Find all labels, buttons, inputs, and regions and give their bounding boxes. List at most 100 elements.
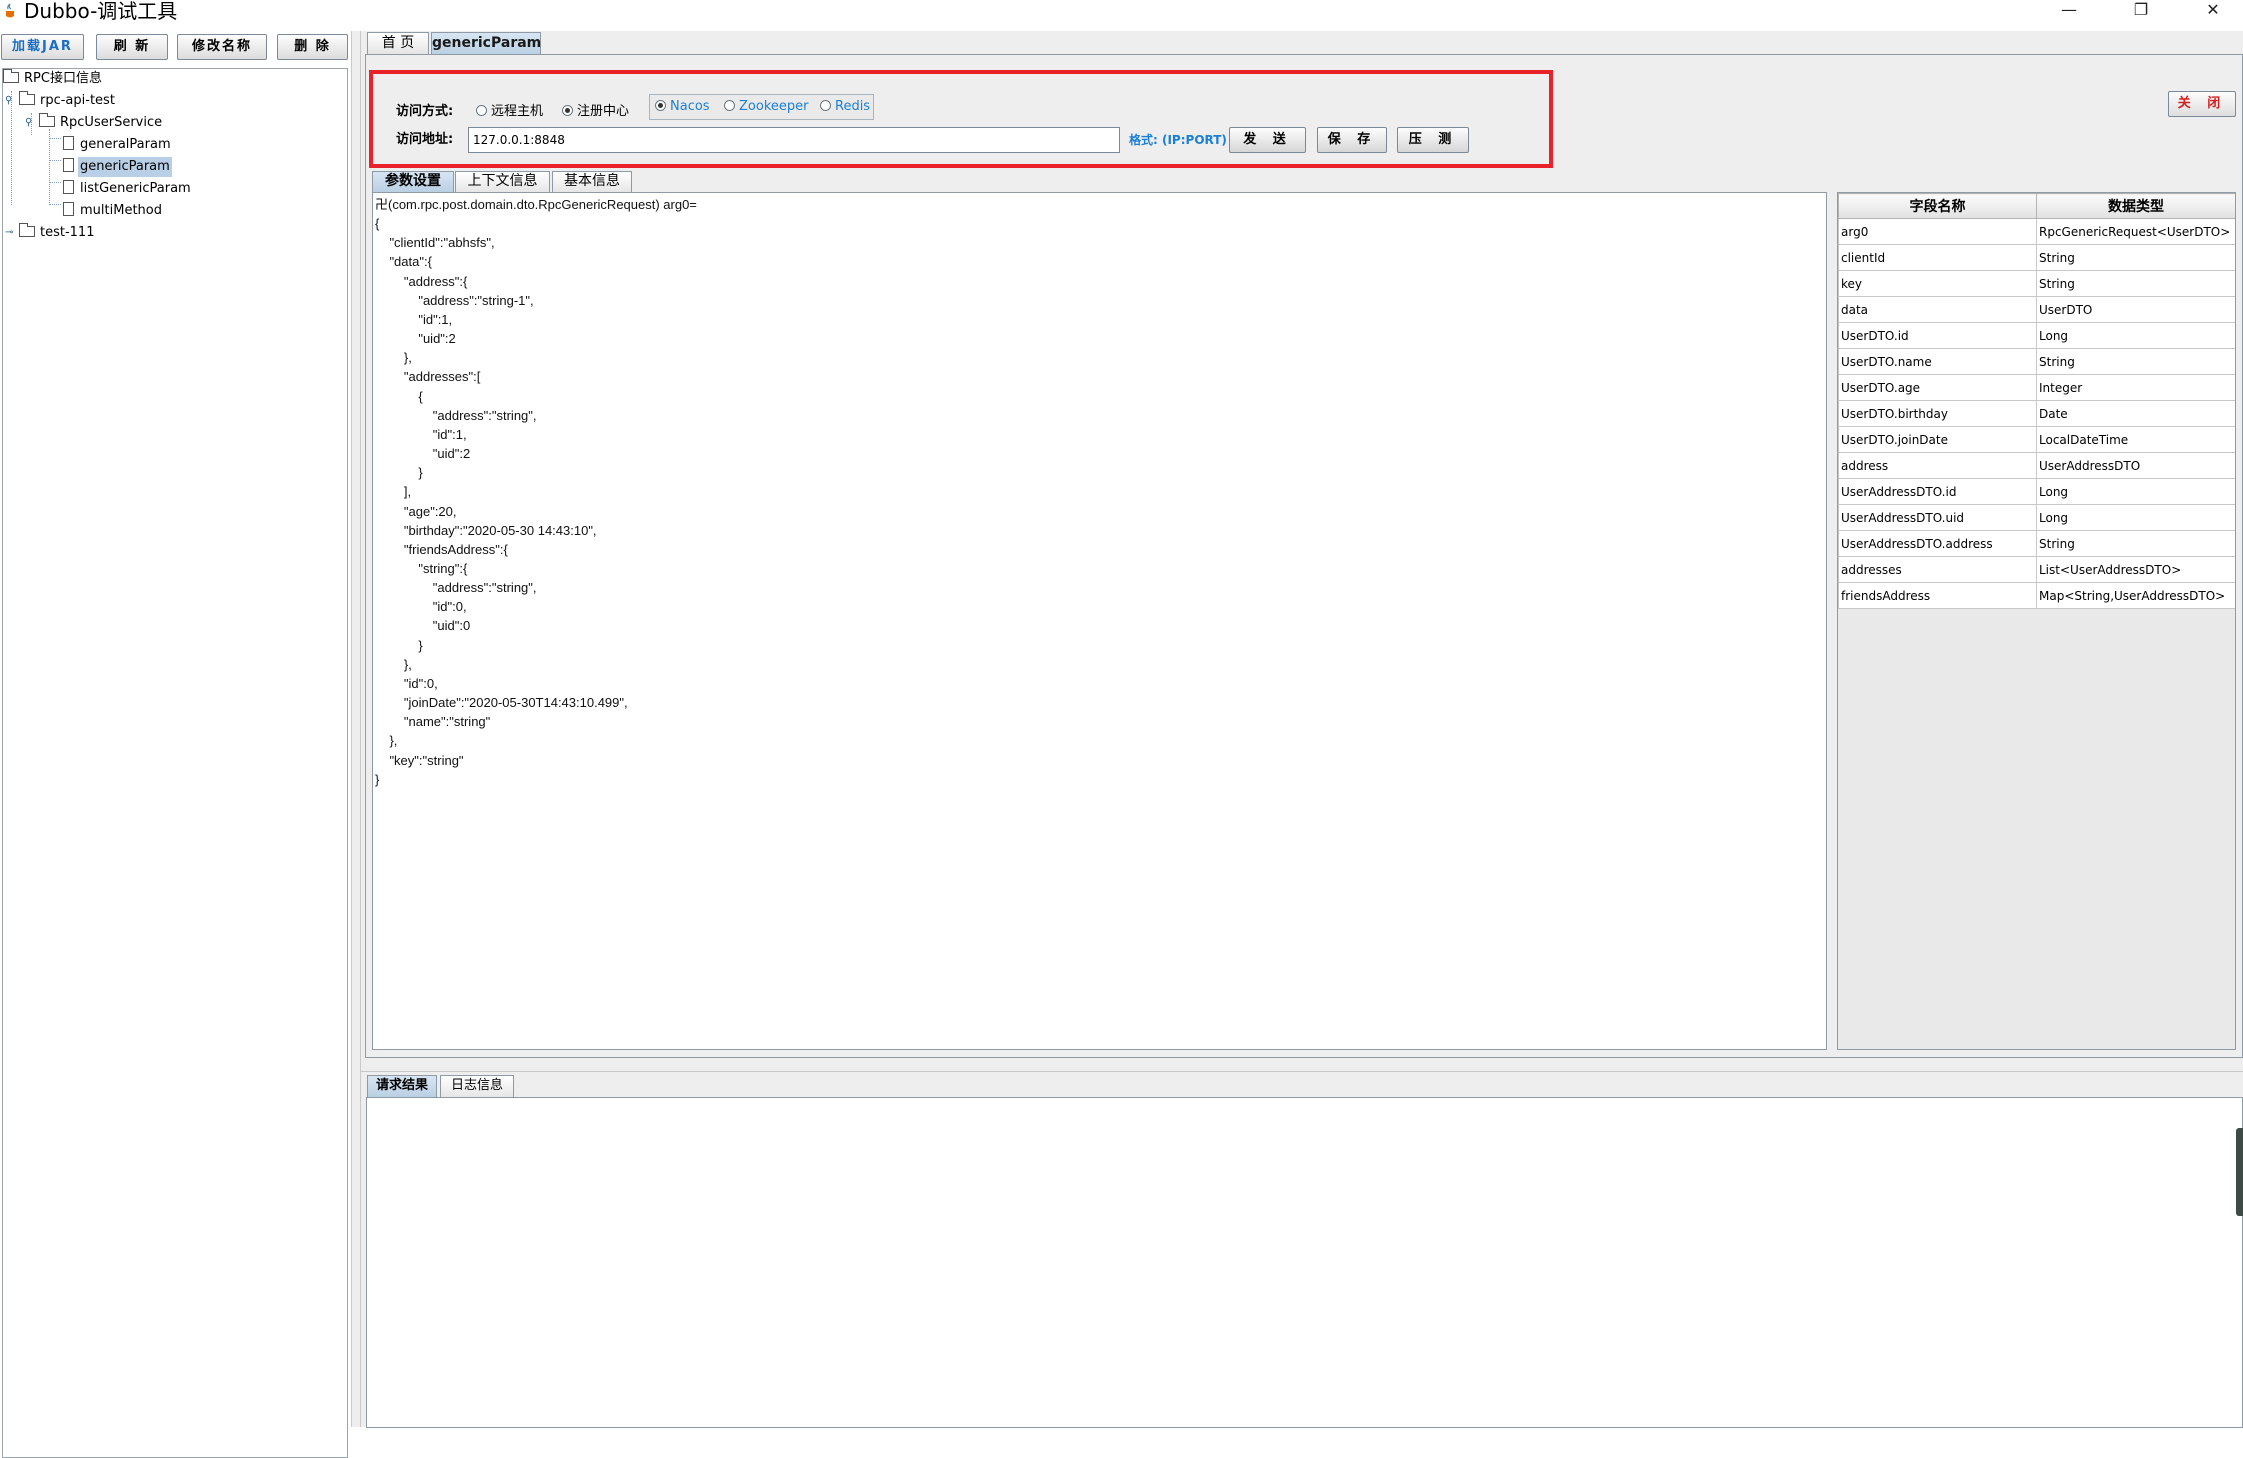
tree-connector (49, 204, 61, 205)
table-row[interactable]: arg0 RpcGenericRequest<UserDTO> (1838, 218, 2235, 245)
address-label: 访问地址: (396, 132, 454, 147)
subtab-params[interactable]: 参数设置 (372, 171, 454, 192)
column-header-type[interactable]: 数据类型 (2036, 193, 2235, 219)
table-row[interactable]: data UserDTO (1838, 296, 2235, 323)
title-bar: Dubbo-调试工具 — ❐ ✕ (0, 0, 2243, 24)
file-icon (63, 202, 74, 216)
table-row[interactable]: UserDTO.age Integer (1838, 374, 2235, 401)
access-mode-label: 访问方式: (396, 104, 454, 119)
load-jar-button[interactable]: 加载JAR (1, 34, 84, 60)
field-type-cell: LocalDateTime (2036, 426, 2235, 453)
tree-method-multimethod[interactable]: multiMethod (63, 201, 164, 221)
tree-connector (11, 91, 12, 205)
field-name-cell: addresses (1838, 556, 2037, 583)
field-name-cell: data (1838, 296, 2037, 323)
address-input[interactable]: 127.0.0.1:8848 (468, 127, 1120, 153)
collapsed-toggle-icon[interactable]: ⊸ (5, 227, 13, 238)
field-type-cell: Long (2036, 478, 2235, 505)
tree-root[interactable]: RPC接口信息 (3, 69, 104, 89)
result-pane: 请求结果 日志信息 (361, 1071, 2243, 1428)
tab-genericparam[interactable]: genericParam (431, 32, 541, 55)
stress-test-button[interactable]: 压 测 (1397, 127, 1469, 153)
table-row[interactable]: UserDTO.name String (1838, 348, 2235, 375)
tree-method-listgenericparam[interactable]: listGenericParam (63, 179, 193, 199)
registry-nacos-radio[interactable]: Nacos (655, 98, 710, 116)
rename-button[interactable]: 修改名称 (177, 34, 267, 60)
maximize-button[interactable]: ❐ (2118, 0, 2164, 22)
field-type-cell: String (2036, 270, 2235, 297)
expanded-toggle-icon[interactable]: ⚲ (25, 117, 32, 128)
field-type-table: 字段名称 数据类型 arg0 RpcGenericRequest<UserDTO>… (1837, 192, 2236, 1050)
file-icon (63, 180, 74, 194)
tree-method-generalparam[interactable]: generalParam (63, 135, 173, 155)
folder-icon (3, 69, 19, 83)
close-tab-button[interactable]: 关 闭 (2168, 91, 2236, 117)
registry-group: Nacos Zookeeper Redis (649, 94, 874, 120)
method-panel: 访问方式: 远程主机 注册中心 Nacos Zookeeper Redis 访问… (365, 54, 2243, 1058)
param-editor[interactable]: 卍(com.rpc.post.domain.dto.RpcGenericRequ… (372, 192, 1827, 1050)
tab-request-result[interactable]: 请求结果 (367, 1075, 437, 1097)
mode-remote-radio[interactable]: 远程主机 (476, 103, 543, 121)
radio-icon (820, 100, 831, 111)
field-name-cell: clientId (1838, 244, 2037, 271)
column-header-field[interactable]: 字段名称 (1838, 193, 2037, 219)
result-output[interactable] (366, 1097, 2243, 1428)
table-row[interactable]: clientId String (1838, 244, 2235, 271)
field-name-cell: friendsAddress (1838, 582, 2037, 609)
table-row[interactable]: friendsAddress Map<String,UserAddressDTO> (1838, 582, 2235, 609)
edge-scroll-handle[interactable] (2236, 1128, 2243, 1216)
tab-home[interactable]: 首 页 (367, 32, 429, 55)
table-row[interactable]: UserAddressDTO.address String (1838, 530, 2235, 557)
tree-project-test-111[interactable]: test-111 (19, 223, 96, 243)
table-row[interactable]: UserDTO.id Long (1838, 322, 2235, 349)
param-json[interactable]: 卍(com.rpc.post.domain.dto.RpcGenericRequ… (373, 193, 1826, 791)
left-panel: 加载JAR 刷 新 修改名称 删 除 RPC接口信息 ⚲ rpc-api-tes… (0, 31, 350, 1458)
table-row[interactable]: address UserAddressDTO (1838, 452, 2235, 479)
minimize-button[interactable]: — (2046, 0, 2092, 22)
tree-method-genericparam[interactable]: genericParam (63, 157, 172, 177)
expanded-toggle-icon[interactable]: ⚲ (5, 95, 12, 106)
folder-icon (19, 223, 35, 237)
folder-icon (39, 113, 55, 127)
send-button[interactable]: 发 送 (1229, 127, 1306, 153)
tree-connector (49, 182, 61, 183)
table-row[interactable]: UserAddressDTO.id Long (1838, 478, 2235, 505)
field-name-cell: address (1838, 452, 2037, 479)
delete-button[interactable]: 删 除 (277, 34, 348, 60)
table-row[interactable]: UserAddressDTO.uid Long (1838, 504, 2235, 531)
file-icon (63, 158, 74, 172)
refresh-button[interactable]: 刷 新 (96, 34, 168, 60)
registry-zookeeper-radio[interactable]: Zookeeper (724, 98, 808, 116)
table-row[interactable]: UserDTO.joinDate LocalDateTime (1838, 426, 2235, 453)
field-name-cell: UserDTO.id (1838, 322, 2037, 349)
tree-project-rpc-api-test[interactable]: rpc-api-test (19, 91, 117, 111)
tree-service-rpcuserservice[interactable]: RpcUserService (39, 113, 164, 133)
table-row[interactable]: key String (1838, 270, 2235, 297)
field-name-cell: UserDTO.birthday (1838, 400, 2037, 427)
field-name-cell: UserAddressDTO.id (1838, 478, 2037, 505)
radio-icon (724, 100, 735, 111)
subtab-basic-info[interactable]: 基本信息 (552, 171, 632, 192)
interface-tree: RPC接口信息 ⚲ rpc-api-test ⚲ RpcUserService … (2, 68, 348, 1458)
table-row[interactable]: addresses List<UserAddressDTO> (1838, 556, 2235, 583)
field-type-cell: Map<String,UserAddressDTO> (2036, 582, 2235, 609)
subtab-context[interactable]: 上下文信息 (455, 171, 550, 192)
tab-log-info[interactable]: 日志信息 (440, 1075, 514, 1097)
panel-splitter[interactable] (351, 31, 361, 1427)
file-icon (63, 136, 74, 150)
highlight-annotation (369, 70, 1553, 168)
radio-icon (655, 100, 666, 111)
main-area: 首 页 genericParam 访问方式: 远程主机 注册中心 Nacos Z… (361, 31, 2243, 1428)
table-row[interactable]: UserDTO.birthday Date (1838, 400, 2235, 427)
field-name-cell: UserAddressDTO.address (1838, 530, 2037, 557)
field-table-body: arg0 RpcGenericRequest<UserDTO> clientId St… (1838, 218, 2235, 609)
window-title: Dubbo-调试工具 (24, 0, 178, 23)
field-type-cell: UserDTO (2036, 296, 2235, 323)
mode-registry-radio[interactable]: 注册中心 (562, 103, 629, 121)
save-button[interactable]: 保 存 (1317, 127, 1387, 153)
tree-connector (49, 129, 50, 205)
folder-icon (19, 91, 35, 105)
close-window-button[interactable]: ✕ (2190, 0, 2236, 22)
registry-redis-radio[interactable]: Redis (820, 98, 870, 116)
format-hint: 格式: (IP:PORT) (1129, 133, 1227, 147)
